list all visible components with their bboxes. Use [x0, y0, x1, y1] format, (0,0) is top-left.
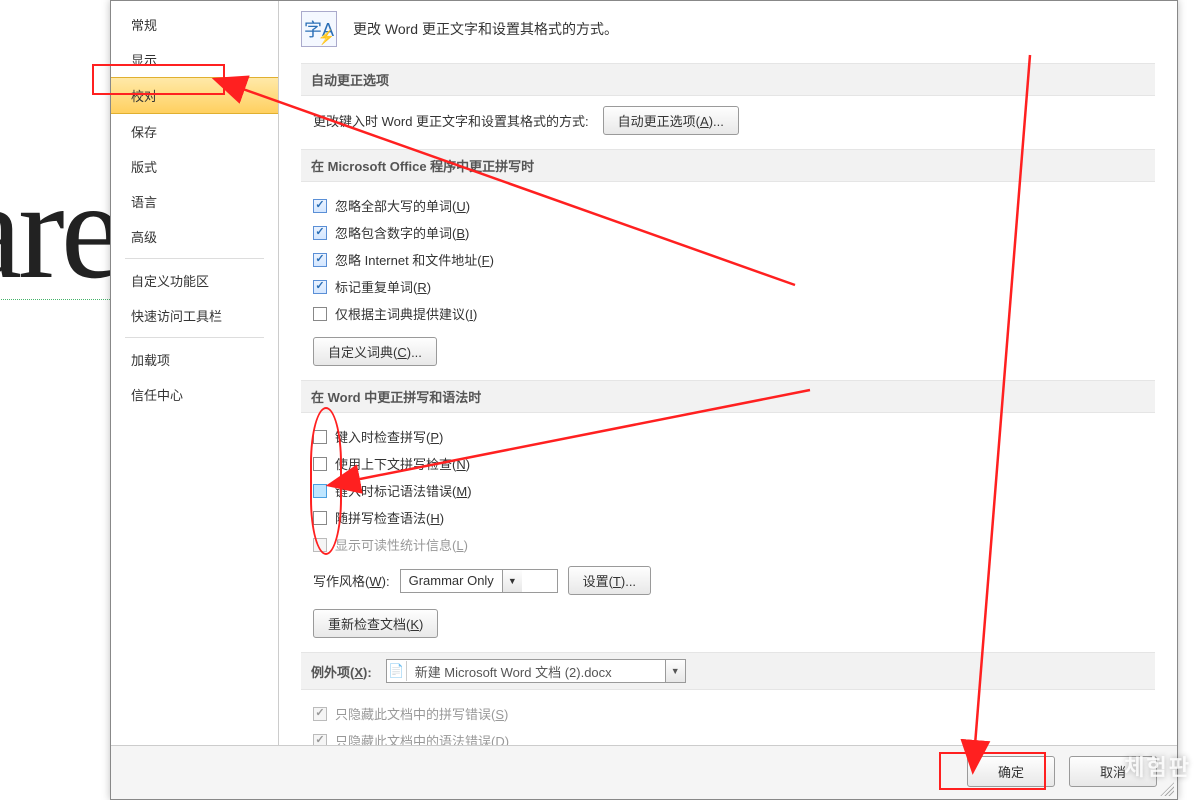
chk-hide-grammar-doc [313, 734, 327, 746]
sidebar-item-save[interactable]: 保存 [111, 114, 278, 149]
sidebar-item-qat[interactable]: 快速访问工具栏 [111, 298, 278, 333]
chevron-down-icon[interactable]: ▼ [665, 660, 685, 682]
chevron-down-icon[interactable]: ▼ [502, 570, 522, 592]
chk-label: 只隐藏此文档中的拼写错误(S) [335, 704, 508, 723]
word-doc-icon: 📄 [387, 661, 407, 681]
section-office-spell-title: 在 Microsoft Office 程序中更正拼写时 [301, 149, 1155, 182]
exceptions-doc-select[interactable]: 📄 新建 Microsoft Word 文档 (2).docx ▼ [386, 659, 686, 683]
writing-style-label: 写作风格(W): [313, 571, 390, 590]
sidebar-item-customize-ribbon[interactable]: 自定义功能区 [111, 263, 278, 298]
section-word-spell-title: 在 Word 中更正拼写和语法时 [301, 380, 1155, 413]
content-panel: 字A⚡ 更改 Word 更正文字和设置其格式的方式。 自动更正选项 更改键入时 … [279, 1, 1177, 745]
autocorrect-options-button[interactable]: 自动更正选项(A)... [603, 106, 739, 135]
sidebar-separator [125, 337, 264, 338]
chk-label: 忽略全部大写的单词(U) [335, 196, 470, 215]
sidebar-item-display[interactable]: 显示 [111, 42, 278, 77]
chk-ignore-numbers[interactable] [313, 226, 327, 240]
chk-grammar-with-spelling[interactable] [313, 511, 327, 525]
chk-contextual-spelling[interactable] [313, 457, 327, 471]
chk-flag-repeated[interactable] [313, 280, 327, 294]
chk-check-spelling-type[interactable] [313, 430, 327, 444]
chk-readability-stats [313, 538, 327, 552]
chk-hide-spelling-doc [313, 707, 327, 721]
ok-button[interactable]: 确定 [967, 756, 1055, 787]
chk-label: 只隐藏此文档中的语法错误(D) [335, 731, 509, 745]
watermark: 체험판 [1124, 750, 1191, 782]
chk-ignore-internet[interactable] [313, 253, 327, 267]
recheck-document-button[interactable]: 重新检查文档(K) [313, 609, 438, 638]
chk-main-dict-only[interactable] [313, 307, 327, 321]
chk-label: 随拼写检查语法(H) [335, 508, 444, 527]
grammar-settings-button[interactable]: 设置(T)... [568, 566, 651, 595]
chk-ignore-uppercase[interactable] [313, 199, 327, 213]
custom-dictionaries-button[interactable]: 自定义词典(C)... [313, 337, 437, 366]
proofing-icon: 字A⚡ [301, 11, 337, 47]
chk-label: 标记重复单词(R) [335, 277, 431, 296]
sidebar-item-language[interactable]: 语言 [111, 184, 278, 219]
exceptions-label: 例外项(X): [311, 662, 372, 681]
chk-label: 忽略包含数字的单词(B) [335, 223, 469, 242]
writing-style-select[interactable]: Grammar Only ▼ [400, 569, 558, 593]
page-description: 更改 Word 更正文字和设置其格式的方式。 [353, 19, 618, 39]
section-exceptions: 例外项(X): 📄 新建 Microsoft Word 文档 (2).docx … [301, 652, 1155, 690]
options-dialog: 常规 显示 校对 保存 版式 语言 高级 自定义功能区 快速访问工具栏 加载项 … [110, 0, 1178, 800]
sidebar: 常规 显示 校对 保存 版式 语言 高级 自定义功能区 快速访问工具栏 加载项 … [111, 1, 279, 745]
sidebar-item-advanced[interactable]: 高级 [111, 219, 278, 254]
section-autocorrect-title: 自动更正选项 [301, 63, 1155, 96]
chk-label: 忽略 Internet 和文件地址(F) [335, 250, 494, 269]
sidebar-separator [125, 258, 264, 259]
sidebar-item-trust-center[interactable]: 信任中心 [111, 377, 278, 412]
resize-grip[interactable] [1160, 782, 1174, 796]
chk-label: 使用上下文拼写检查(N) [335, 454, 470, 473]
dialog-footer: 确定 取消 [111, 745, 1177, 799]
sidebar-item-addins[interactable]: 加载项 [111, 342, 278, 377]
sidebar-item-proofing[interactable]: 校对 [111, 77, 278, 114]
chk-label: 仅根据主词典提供建议(I) [335, 304, 477, 323]
chk-mark-grammar-type[interactable] [313, 484, 327, 498]
chk-label: 键入时检查拼写(P) [335, 427, 443, 446]
sidebar-item-general[interactable]: 常规 [111, 7, 278, 42]
autocorrect-row-label: 更改键入时 Word 更正文字和设置其格式的方式: [313, 111, 589, 130]
sidebar-item-layout[interactable]: 版式 [111, 149, 278, 184]
chk-label: 键入时标记语法错误(M) [335, 481, 472, 500]
chk-label: 显示可读性统计信息(L) [335, 535, 468, 554]
